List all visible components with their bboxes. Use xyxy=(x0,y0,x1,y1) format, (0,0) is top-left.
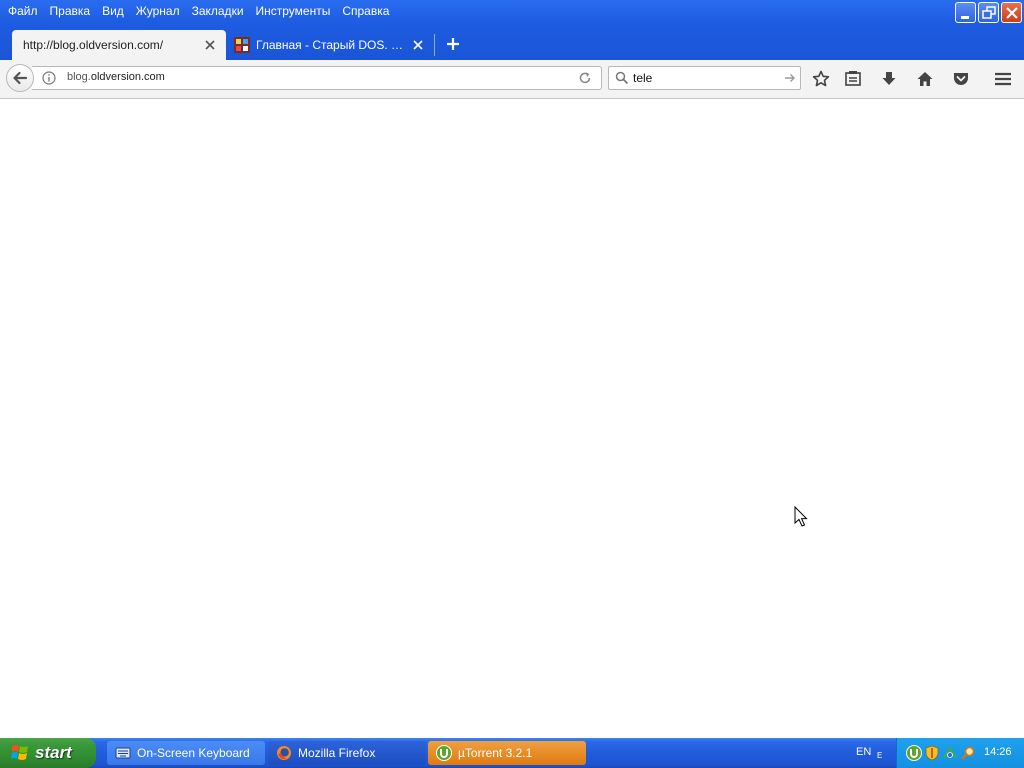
security-shield-icon[interactable] xyxy=(924,745,940,761)
url-text[interactable]: blog.oldversion.com xyxy=(67,71,165,83)
menu-view[interactable]: Вид xyxy=(96,0,130,22)
menu-help[interactable]: Справка xyxy=(336,0,395,22)
page-content[interactable] xyxy=(0,99,1024,738)
info-icon[interactable] xyxy=(42,71,56,85)
clock[interactable]: 14:26 xyxy=(984,746,1012,758)
windows-logo-icon xyxy=(11,745,28,760)
bookmarks-list-icon[interactable] xyxy=(844,70,862,88)
firefox-icon xyxy=(277,746,291,760)
language-layout-indicator: E xyxy=(877,751,883,760)
url-host: oldversion.com xyxy=(90,71,165,83)
arrow-right-icon[interactable] xyxy=(784,72,796,84)
close-window-button[interactable] xyxy=(1001,2,1022,23)
close-icon xyxy=(205,40,215,50)
language-indicator[interactable]: EN xyxy=(856,746,871,758)
utorrent-icon xyxy=(436,745,452,761)
restore-icon xyxy=(982,6,996,19)
mouse-cursor-icon xyxy=(794,506,808,527)
tab-oldversion[interactable]: http://blog.oldversion.com/ xyxy=(12,30,226,60)
download-icon[interactable] xyxy=(880,70,898,88)
tab-old-dos[interactable]: Главная - Старый DOS. Аба... xyxy=(228,30,434,60)
url-subdomain: blog. xyxy=(67,71,91,83)
search-icon xyxy=(615,71,629,85)
network-icon[interactable] xyxy=(942,745,958,761)
menu-tools[interactable]: Инструменты xyxy=(250,0,337,22)
bookmark-star-icon[interactable] xyxy=(812,70,830,88)
browser-window-frame: Файл Правка Вид Журнал Закладки Инструме… xyxy=(0,0,1024,62)
search-input[interactable] xyxy=(633,70,783,86)
tab-title: Главная - Старый DOS. Аба... xyxy=(256,38,410,52)
tab-separator xyxy=(434,34,435,56)
taskbar-button-label: µTorrent 3.2.1 xyxy=(458,746,533,760)
back-button[interactable] xyxy=(6,64,34,92)
tab-title: http://blog.oldversion.com/ xyxy=(23,38,164,52)
start-button[interactable]: start xyxy=(0,738,96,768)
pocket-icon[interactable] xyxy=(952,70,970,88)
menu-edit[interactable]: Правка xyxy=(44,0,97,22)
start-label: start xyxy=(35,743,72,762)
navigation-toolbar: blog.oldversion.com xyxy=(0,60,1024,99)
close-icon xyxy=(413,40,423,50)
taskbar-button-label: On-Screen Keyboard xyxy=(137,746,250,760)
plus-icon xyxy=(447,38,459,50)
close-icon xyxy=(1006,7,1018,19)
menu-history[interactable]: Журнал xyxy=(130,0,186,22)
keyboard-icon xyxy=(115,747,131,759)
arrow-left-icon xyxy=(13,71,28,85)
taskbar: start On-Screen Keyboard Mozilla Firefox… xyxy=(0,738,1024,768)
url-bar[interactable]: blog.oldversion.com xyxy=(32,66,602,90)
minimize-button[interactable] xyxy=(955,2,976,23)
minimize-icon xyxy=(961,16,969,19)
utorrent-tray-icon[interactable] xyxy=(906,745,922,761)
reload-icon[interactable] xyxy=(578,71,592,85)
taskbar-button-label: Mozilla Firefox xyxy=(298,746,376,760)
hamburger-menu-icon[interactable] xyxy=(994,70,1012,88)
menu-bar: Файл Правка Вид Журнал Закладки Инструме… xyxy=(0,0,395,22)
menu-bookmarks[interactable]: Закладки xyxy=(186,0,250,22)
taskbar-button-firefox[interactable]: Mozilla Firefox xyxy=(268,741,426,765)
site-favicon-icon xyxy=(234,37,250,53)
new-tab-button[interactable] xyxy=(443,34,463,54)
home-icon[interactable] xyxy=(916,70,934,88)
taskbar-button-utorrent[interactable]: µTorrent 3.2.1 xyxy=(428,741,586,765)
taskbar-button-on-screen-keyboard[interactable]: On-Screen Keyboard xyxy=(107,741,265,765)
system-tray: 14:26 xyxy=(896,738,1024,768)
search-bar[interactable] xyxy=(608,66,801,90)
tab-close-button[interactable] xyxy=(202,37,218,53)
menu-file[interactable]: Файл xyxy=(2,0,44,22)
magnifier-tray-icon[interactable] xyxy=(960,745,976,761)
restore-button[interactable] xyxy=(978,2,999,23)
tab-close-button[interactable] xyxy=(410,37,426,53)
